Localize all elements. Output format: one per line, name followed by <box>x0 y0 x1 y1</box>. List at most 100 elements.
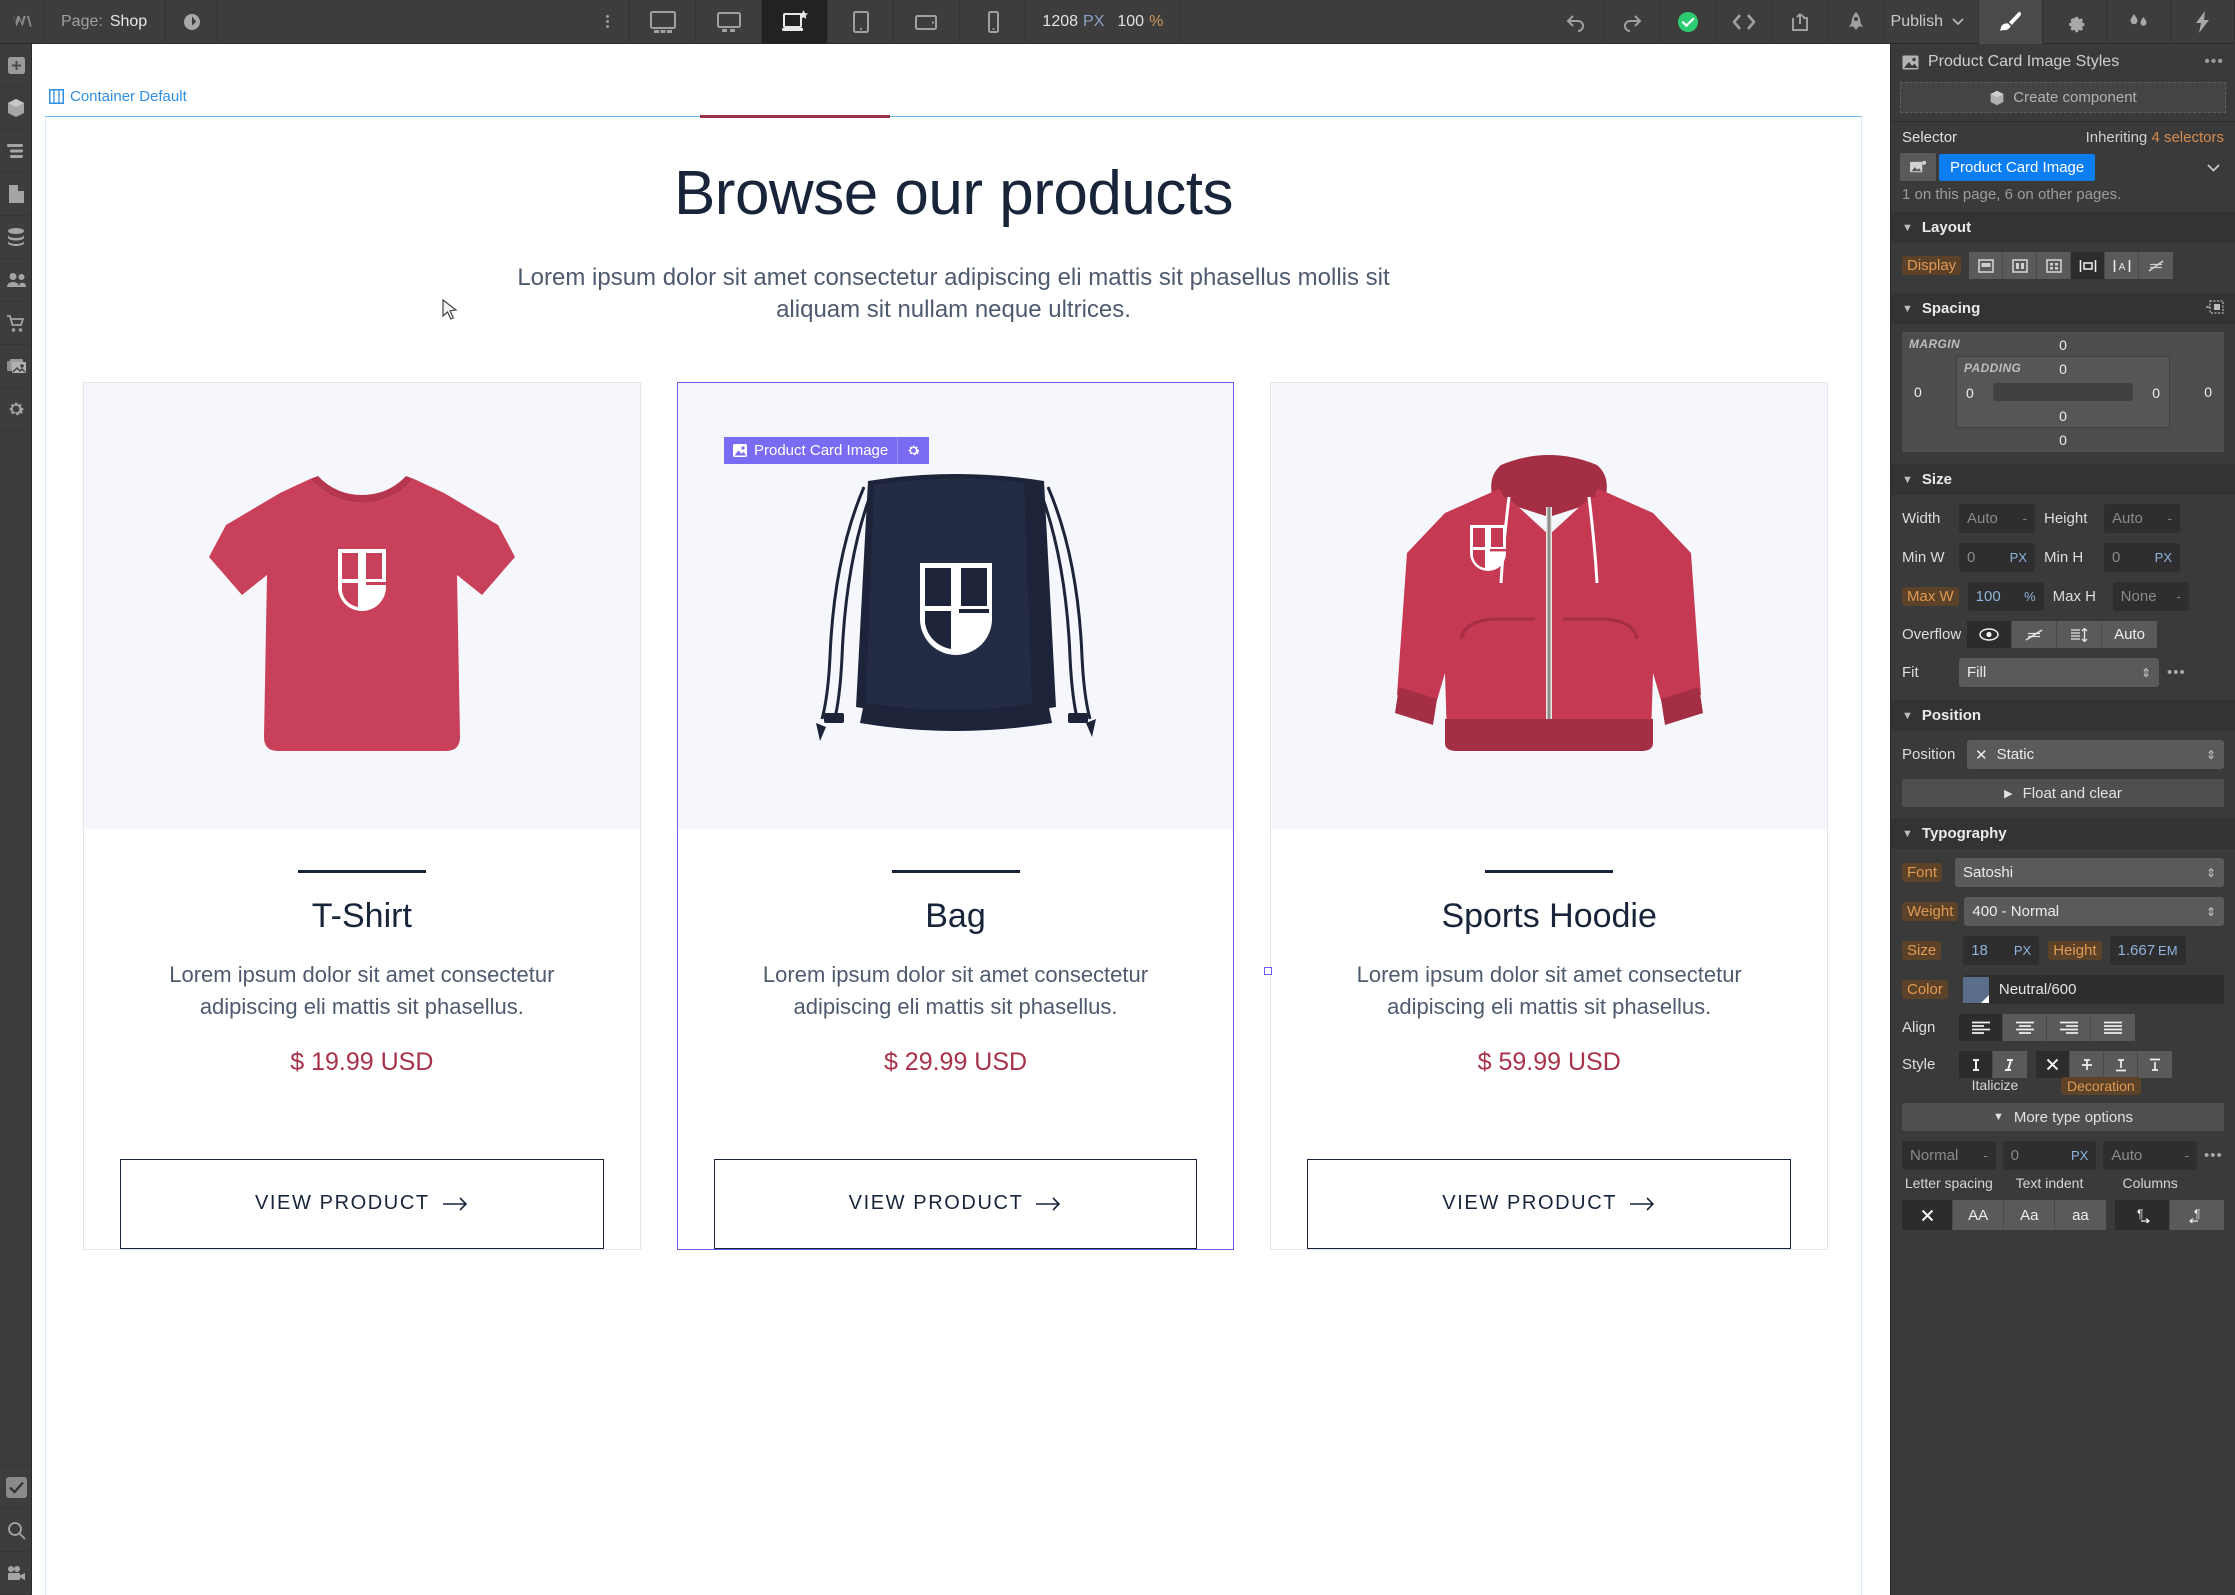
font-select[interactable]: Satoshi ⇕ <box>1955 858 2224 887</box>
selector-tag[interactable]: Product Card Image <box>1939 153 2096 181</box>
align-justify-icon[interactable] <box>2091 1014 2135 1041</box>
overflow-visible[interactable] <box>1967 621 2012 648</box>
spacing-widget[interactable]: MARGIN 0 0 0 0 PADDING 0 0 0 0 <box>1902 332 2224 452</box>
overflow-hidden[interactable] <box>2012 621 2057 648</box>
letter-spacing-input[interactable]: Normal - <box>1902 1141 1996 1170</box>
display-inline[interactable]: A <box>2105 252 2140 279</box>
product-card[interactable]: Sports Hoodie Lorem ipsum dolor sit amet… <box>1270 382 1829 1250</box>
product-card[interactable]: T-Shirt Lorem ipsum dolor sit amet conse… <box>83 382 641 1250</box>
align-left-icon[interactable] <box>1959 1014 2003 1041</box>
underline-icon[interactable] <box>2104 1051 2138 1078</box>
padding-right-value[interactable]: 0 <box>2152 385 2160 401</box>
page-indicator[interactable]: Page: Shop <box>45 0 167 43</box>
maxh-input[interactable]: None - <box>2112 582 2189 611</box>
breakpoint-desktop[interactable] <box>696 0 763 44</box>
product-card-image[interactable] <box>84 383 640 830</box>
view-product-button[interactable]: VIEW PRODUCT <box>120 1158 604 1249</box>
redo-icon[interactable] <box>1605 0 1661 44</box>
close-x-icon[interactable]: ✕ <box>1975 746 1988 764</box>
close-x-icon[interactable] <box>2036 1051 2070 1078</box>
weight-select[interactable]: 400 - Normal ⇕ <box>1964 897 2224 926</box>
create-component-button[interactable]: Create component <box>1900 82 2226 113</box>
float-and-clear-toggle[interactable]: ▶ Float and clear <box>1902 779 2224 807</box>
rail-audit[interactable] <box>0 1466 32 1509</box>
columns-more-icon[interactable]: ••• <box>2204 1141 2224 1191</box>
checkmark-saved-icon[interactable] <box>1661 0 1717 44</box>
display-grid[interactable] <box>2037 252 2072 279</box>
transform-none[interactable] <box>1902 1200 1954 1230</box>
publish-button[interactable]: Publish <box>1885 0 1980 43</box>
rail-assets[interactable] <box>0 345 32 388</box>
margin-right-value[interactable]: 0 <box>2204 384 2212 400</box>
inheriting-count[interactable]: 4 selectors <box>2151 129 2224 146</box>
strikethrough-icon[interactable] <box>2070 1051 2104 1078</box>
fit-select[interactable]: Fill ⇕ <box>1959 658 2159 687</box>
display-none[interactable] <box>2139 252 2174 279</box>
breakpoint-tablet[interactable] <box>828 0 895 44</box>
font-size-input[interactable]: 18 PX <box>1963 936 2040 965</box>
breadcrumb[interactable]: Container Default <box>49 88 187 105</box>
rail-components[interactable] <box>0 87 32 130</box>
spacing-tool-icon[interactable] <box>2206 299 2224 318</box>
rail-pages[interactable] <box>0 173 32 216</box>
tab-style-panel[interactable] <box>1979 0 2044 44</box>
text-indent-input[interactable]: 0 PX <box>2002 1141 2097 1170</box>
margin-top-value[interactable]: 0 <box>2059 337 2067 353</box>
margin-left-value[interactable]: 0 <box>1914 384 1922 400</box>
italic-I-icon[interactable] <box>1993 1051 2027 1078</box>
padding-left-value[interactable]: 0 <box>1966 385 1974 401</box>
rail-search[interactable] <box>0 1509 32 1552</box>
columns-input[interactable]: Auto - <box>2103 1141 2198 1170</box>
tab-effects-panel[interactable] <box>2171 0 2235 44</box>
selected-element-badge[interactable]: Product Card Image <box>724 437 930 464</box>
rail-navigator[interactable] <box>0 130 32 173</box>
page-settings-icon[interactable] <box>166 0 219 43</box>
section-spacing-header[interactable]: ▼ Spacing <box>1891 293 2235 324</box>
display-block[interactable] <box>1969 252 2004 279</box>
transform-uppercase[interactable]: AA <box>1953 1200 2005 1230</box>
breakpoint-desktop-xl[interactable] <box>630 0 697 44</box>
style-panel-more-icon[interactable]: ••• <box>2204 53 2224 71</box>
position-select[interactable]: ✕ Static ⇕ <box>1967 740 2224 769</box>
section-position-header[interactable]: ▼ Position <box>1891 700 2235 731</box>
tab-settings-panel[interactable] <box>2043 0 2108 44</box>
height-input[interactable]: Auto - <box>2104 504 2180 533</box>
color-swatch[interactable] <box>1962 976 1989 1003</box>
fit-more-icon[interactable]: ••• <box>2167 664 2186 681</box>
overline-icon[interactable] <box>2138 1051 2172 1078</box>
align-center-icon[interactable] <box>2003 1014 2047 1041</box>
breakpoint-base[interactable] <box>762 0 829 44</box>
pilcrow-ltr-icon[interactable]: ¶ <box>2115 1200 2171 1230</box>
selection-resize-handle[interactable] <box>1264 967 1272 975</box>
transform-capitalize[interactable]: Aa <box>2004 1200 2056 1230</box>
rail-settings[interactable] <box>0 388 32 431</box>
width-input[interactable]: Auto - <box>1959 504 2035 533</box>
display-flex[interactable] <box>2003 252 2038 279</box>
tab-interactions-panel[interactable] <box>2107 0 2172 44</box>
rail-video[interactable] <box>0 1552 32 1595</box>
undo-icon[interactable] <box>1549 0 1605 44</box>
more-type-options-toggle[interactable]: ▼ More type options <box>1902 1103 2224 1131</box>
overflow-scroll[interactable] <box>2057 621 2102 648</box>
rail-users[interactable] <box>0 259 32 302</box>
view-product-button[interactable]: VIEW PRODUCT <box>713 1158 1198 1249</box>
rail-ecommerce[interactable] <box>0 302 32 345</box>
align-right-icon[interactable] <box>2047 1014 2091 1041</box>
lineheight-input[interactable]: 1.667 EM <box>2109 936 2186 965</box>
share-icon[interactable] <box>1773 0 1829 44</box>
text-color-field[interactable]: Neutral/600 <box>1962 975 2224 1004</box>
padding-bottom-value[interactable]: 0 <box>2059 408 2067 424</box>
section-typography-header[interactable]: ▼ Typography <box>1891 818 2235 849</box>
rail-add-elements[interactable] <box>0 44 32 87</box>
padding-top-value[interactable]: 0 <box>2059 361 2067 377</box>
minh-input[interactable]: 0 PX <box>2104 543 2180 572</box>
rail-cms[interactable] <box>0 216 32 259</box>
transform-lowercase[interactable]: aa <box>2055 1200 2106 1230</box>
upright-I-icon[interactable] <box>1959 1051 1993 1078</box>
overflow-auto[interactable]: Auto <box>2102 621 2157 648</box>
section-size-header[interactable]: ▼ Size <box>1891 464 2235 495</box>
maxw-input[interactable]: 100 % <box>1967 582 2044 611</box>
chevron-down-icon[interactable] <box>2207 159 2226 176</box>
breakpoint-mobile-portrait[interactable] <box>960 0 1027 44</box>
kebab-menu-icon[interactable] <box>586 0 631 43</box>
